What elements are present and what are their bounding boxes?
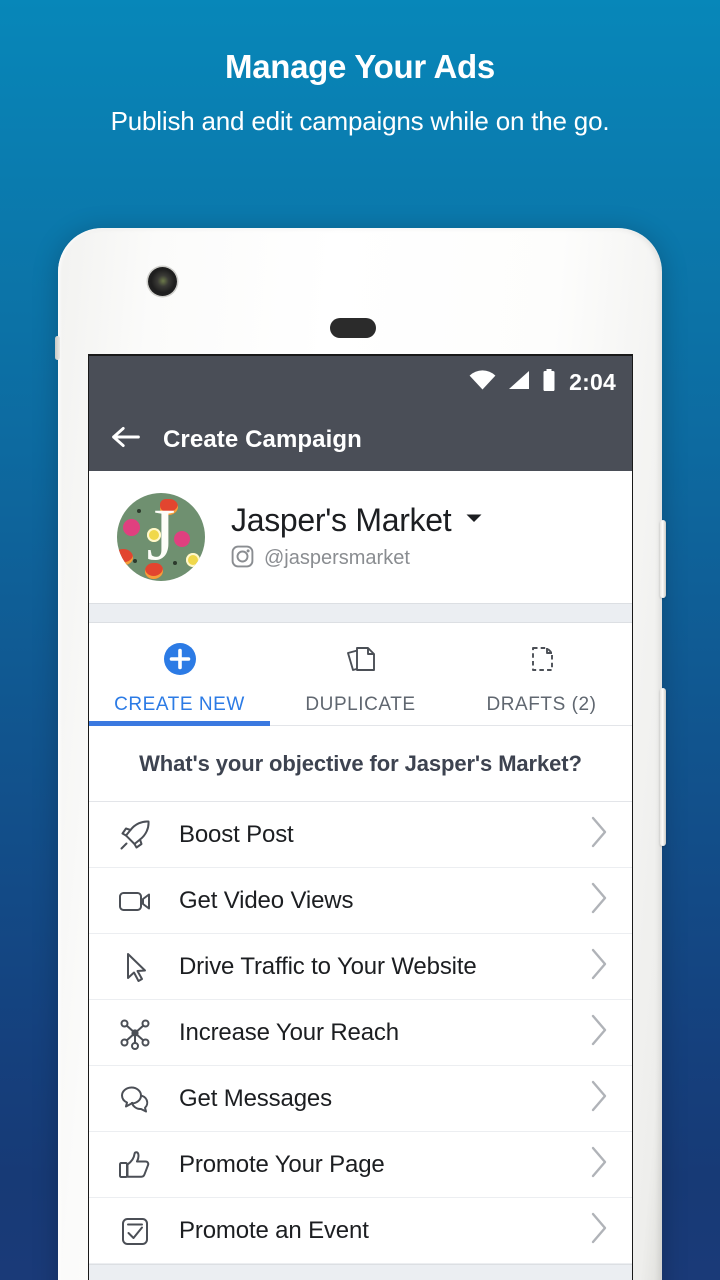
back-arrow-icon[interactable] [111,425,141,454]
tab-drafts[interactable]: DRAFTS (2) [451,623,632,726]
objective-header: What's your objective for Jasper's Marke… [89,726,632,802]
avatar-lemon-2 [186,553,200,567]
profile-name-row[interactable]: Jasper's Market [231,502,483,539]
tab-bar: CREATE NEW DUPLICATE DRAFTS (2) [89,623,632,726]
status-bar: 2:04 [89,356,632,408]
network-nodes-icon [113,1011,157,1055]
volume-rocker-button[interactable] [660,688,666,846]
power-button[interactable] [660,520,666,598]
avatar-seed-2 [133,559,137,563]
chevron-right-icon [588,1145,610,1184]
wifi-icon [469,369,496,395]
thumbs-up-icon [113,1143,157,1187]
draft-document-icon [523,640,561,683]
list-item-promote-page[interactable]: Promote Your Page [89,1132,632,1198]
chevron-right-icon [588,1079,610,1118]
list-item-get-video-views[interactable]: Get Video Views [89,868,632,934]
list-item-promote-event[interactable]: Promote an Event [89,1198,632,1264]
front-camera-icon [148,267,177,296]
chat-bubbles-icon [113,1077,157,1121]
list-item-boost-post[interactable]: Boost Post [89,802,632,868]
phone-screen: 2:04 Create Campaign J Jasper's Market @… [88,354,633,1280]
copy-documents-icon [342,640,380,683]
list-item-label: Get Video Views [179,886,354,914]
chevron-right-icon [588,815,610,854]
event-checkbox-icon [113,1209,157,1253]
avatar-strawberry-2 [117,549,133,565]
tab-duplicate[interactable]: DUPLICATE [270,623,451,726]
list-item-get-messages[interactable]: Get Messages [89,1066,632,1132]
section-divider [89,603,632,623]
avatar-berry-2 [174,531,190,547]
status-bar-clock: 2:04 [569,368,616,395]
chevron-right-icon [588,1211,610,1250]
battery-icon [542,368,556,396]
avatar-berry-1 [123,519,140,536]
list-item-drive-traffic[interactable]: Drive Traffic to Your Website [89,934,632,1000]
avatar-seed-1 [137,509,141,513]
phone-mockup: 2:04 Create Campaign J Jasper's Market @… [55,228,666,1280]
active-tab-indicator [89,721,270,726]
chevron-right-icon [588,1013,610,1052]
list-item-increase-reach[interactable]: Increase Your Reach [89,1000,632,1066]
left-side-button[interactable] [55,336,60,360]
app-bar: Create Campaign [89,408,632,471]
rocket-icon [113,813,157,857]
chevron-down-icon[interactable] [465,511,483,529]
promo-header: Manage Your Ads Publish and edit campaig… [0,0,720,137]
tab-create-new[interactable]: CREATE NEW [89,623,270,726]
promo-title: Manage Your Ads [225,48,495,85]
profile-handle: @jaspersmarket [264,547,410,569]
list-item-label: Promote Your Page [179,1150,385,1178]
cursor-pointer-icon [113,945,157,989]
list-item-label: Drive Traffic to Your Website [179,952,477,980]
cellular-signal-icon [507,370,531,395]
list-bottom-spacer [89,1264,632,1280]
instagram-icon [231,545,254,573]
objectives-list: Boost Post Get Video Views Drive Traffic… [89,802,632,1280]
objective-heading: What's your objective for Jasper's Marke… [139,750,582,776]
avatar-letter: J [146,494,176,577]
page-title: Create Campaign [163,425,362,453]
avatar: J [117,493,205,581]
profile-texts: Jasper's Market @jaspersmarket [231,502,483,573]
list-item-label: Promote an Event [179,1216,369,1244]
list-item-label: Boost Post [179,820,294,848]
tab-label-drafts: DRAFTS (2) [486,693,597,715]
page-selector[interactable]: J Jasper's Market @jaspersmarket [89,471,632,603]
tab-label-duplicate: DUPLICATE [305,693,416,715]
tab-label-create-new: CREATE NEW [114,693,245,715]
profile-name: Jasper's Market [231,501,452,538]
proximity-sensor [330,318,376,338]
profile-handle-row: @jaspersmarket [231,545,483,573]
chevron-right-icon [588,947,610,986]
plus-circle-icon [161,640,199,683]
list-item-label: Increase Your Reach [179,1018,399,1046]
video-camera-icon [113,879,157,923]
promo-subtitle: Publish and edit campaigns while on the … [110,105,610,136]
list-item-label: Get Messages [179,1084,332,1112]
chevron-right-icon [588,881,610,920]
